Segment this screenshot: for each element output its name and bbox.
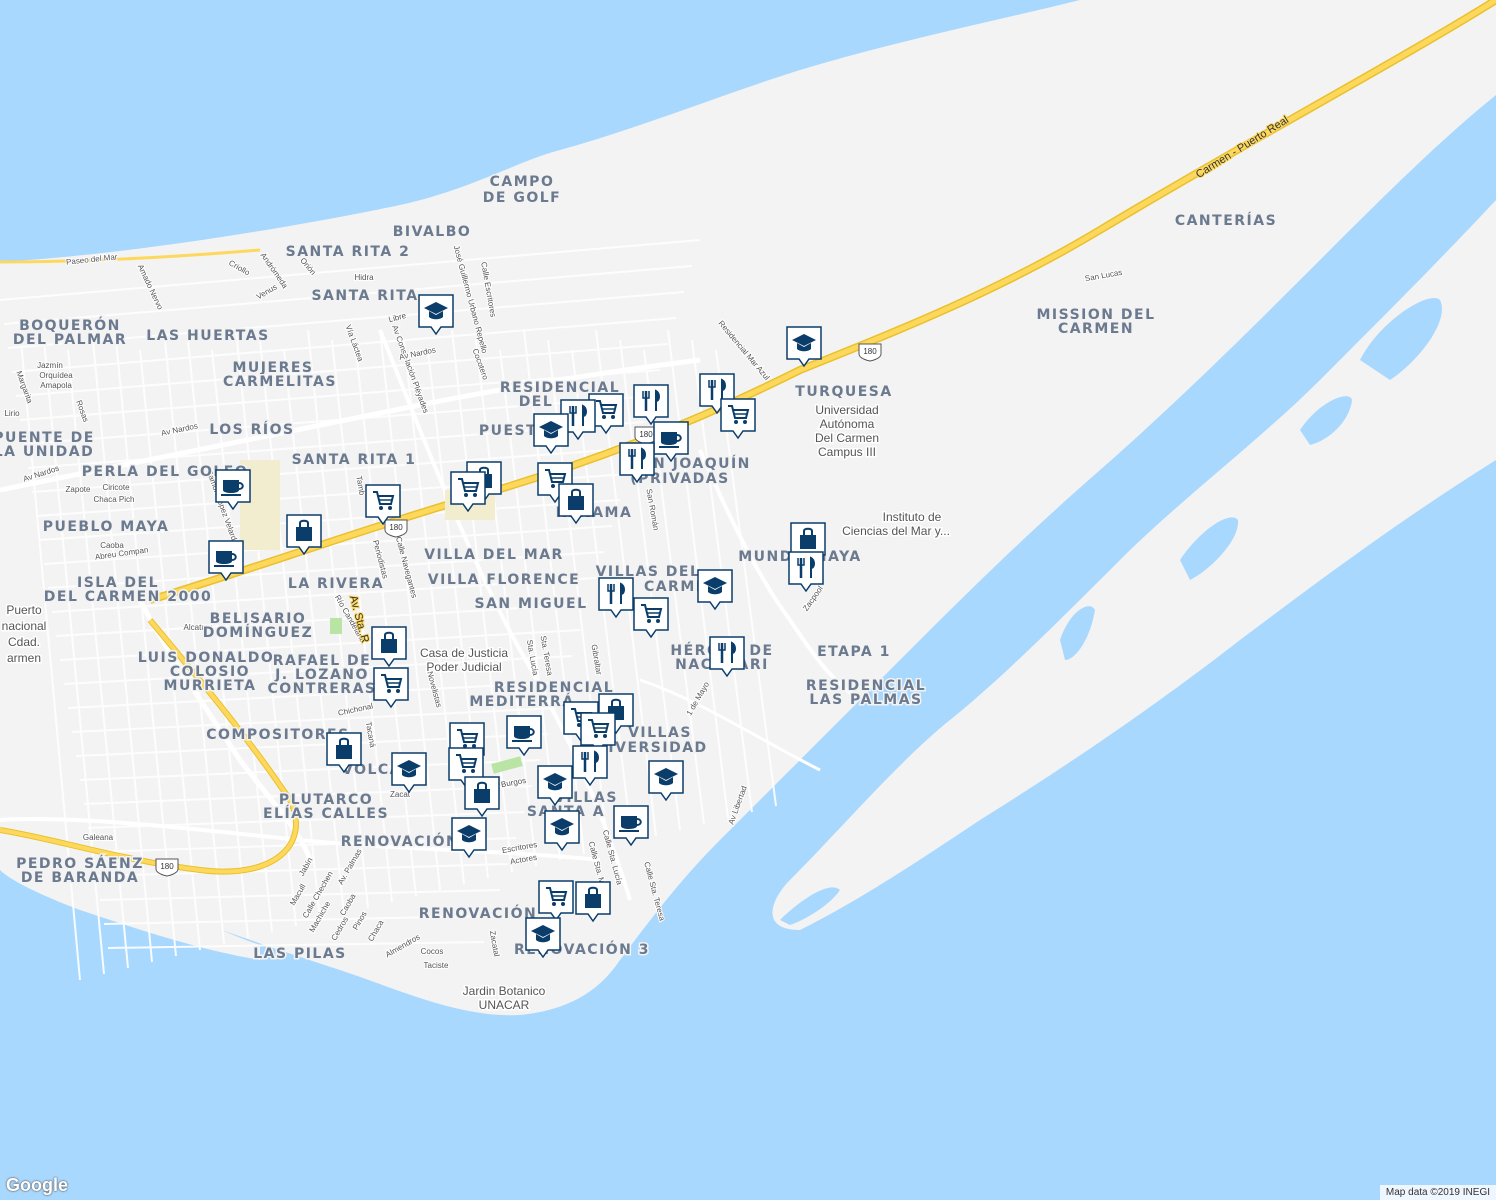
neighborhood-label: RENOVACIÓN — [341, 832, 459, 850]
neighborhood-label: VILLAS — [628, 725, 692, 741]
neighborhood-label: LA UNIDAD — [0, 444, 94, 460]
neighborhood-label: LOS RÍOS — [209, 421, 294, 438]
neighborhood-label: DEL CARMEN 2000 — [44, 589, 212, 605]
neighborhood-label: DOMÍNGUEZ — [203, 624, 313, 641]
route-shield: 180 — [858, 343, 882, 362]
neighborhood-label: LA RIVERA — [288, 576, 384, 592]
neighborhood-label: CARMEN — [1058, 321, 1134, 337]
street-label: Amapola — [40, 381, 72, 390]
map-canvas[interactable]: Paseo del MarAmado Nervo Criollo Andrómeda… — [0, 0, 1496, 1200]
route-shield: 180 — [384, 519, 408, 538]
place-label: Universidad — [815, 403, 878, 417]
street-label: Cocos — [421, 947, 444, 956]
neighborhood-label: DE GOLF — [483, 190, 561, 206]
neighborhood-label: CANTERÍAS — [1175, 212, 1277, 229]
neighborhood-label: ELÍAS CALLES — [263, 805, 389, 822]
street-label: Taciste — [424, 961, 449, 970]
street-label: Jazmín — [37, 361, 63, 370]
route-shield-number: 180 — [863, 347, 877, 356]
street-label: Hidra — [354, 273, 374, 282]
place-label: Jardin Botanico — [463, 984, 546, 998]
place-label: Campus III — [818, 445, 876, 459]
neighborhood-label: ETAPA 1 — [817, 644, 891, 660]
neighborhood-label: SANTA RITA — [311, 288, 418, 304]
neighborhood-label: DEL — [519, 394, 554, 410]
route-shield-number: 180 — [160, 862, 174, 871]
street-label: Zapote — [66, 485, 91, 494]
neighborhood-label: SANTA RITA 2 — [286, 244, 411, 260]
neighborhood-label: BIVALBO — [393, 224, 472, 240]
park-area — [330, 618, 342, 634]
place-label: Puerto — [6, 603, 42, 617]
neighborhood-label: RENOVACIÓN — [419, 904, 537, 922]
street-label: Ciricote — [102, 483, 130, 492]
neighborhood-label: VILLA FLORENCE — [428, 572, 580, 588]
neighborhood-label: SANTA RITA 1 — [292, 452, 417, 468]
map-attribution[interactable]: Map data ©2019 INEGI — [1379, 1185, 1496, 1200]
neighborhood-label: PUEBLO MAYA — [43, 519, 170, 535]
neighborhood-label: SAN MIGUEL — [475, 596, 588, 612]
route-shield-number: 180 — [639, 430, 653, 439]
route-shield-number: 180 — [389, 523, 403, 532]
neighborhood-label: DEL PALMAR — [13, 332, 127, 348]
neighborhood-label: CONTRERAS — [268, 681, 377, 697]
neighborhood-label: TURQUESA — [795, 384, 892, 400]
place-label: Cdad. — [8, 635, 40, 649]
place-label: armen — [7, 651, 41, 665]
place-label: Autónoma — [820, 417, 875, 431]
neighborhood-label: LAS HUERTAS — [146, 328, 269, 344]
street-label: Galeana — [83, 833, 114, 842]
street-label: Orquídea — [39, 371, 73, 380]
neighborhood-label: DE BARANDA — [21, 870, 139, 886]
place-label: Del Carmen — [815, 431, 879, 445]
place-label: Instituto de — [883, 510, 942, 524]
neighborhood-label: CAMPO — [490, 174, 555, 190]
place-label: nacional — [2, 619, 47, 633]
neighborhood-label: LAS PILAS — [253, 946, 347, 962]
neighborhood-label: LAS PALMAS — [809, 692, 922, 708]
place-label: Ciencias del Mar y... — [842, 524, 950, 538]
neighborhood-label: CARMELITAS — [223, 374, 337, 390]
google-logo: Google — [6, 1175, 68, 1195]
street-label: Chaca Pich — [94, 495, 135, 504]
street-label: Lirio — [4, 409, 20, 418]
neighborhood-label: VILLA DEL MAR — [424, 547, 564, 563]
place-label: Casa de Justicia — [420, 646, 508, 660]
place-label: UNACAR — [479, 998, 530, 1012]
route-shield: 180 — [155, 858, 179, 877]
neighborhood-label: MURRIETA — [164, 678, 257, 694]
neighborhood-label: PUEST — [479, 423, 537, 439]
neighborhood-label: MEDITERRÁ — [469, 693, 574, 710]
place-label: Poder Judicial — [426, 660, 501, 674]
